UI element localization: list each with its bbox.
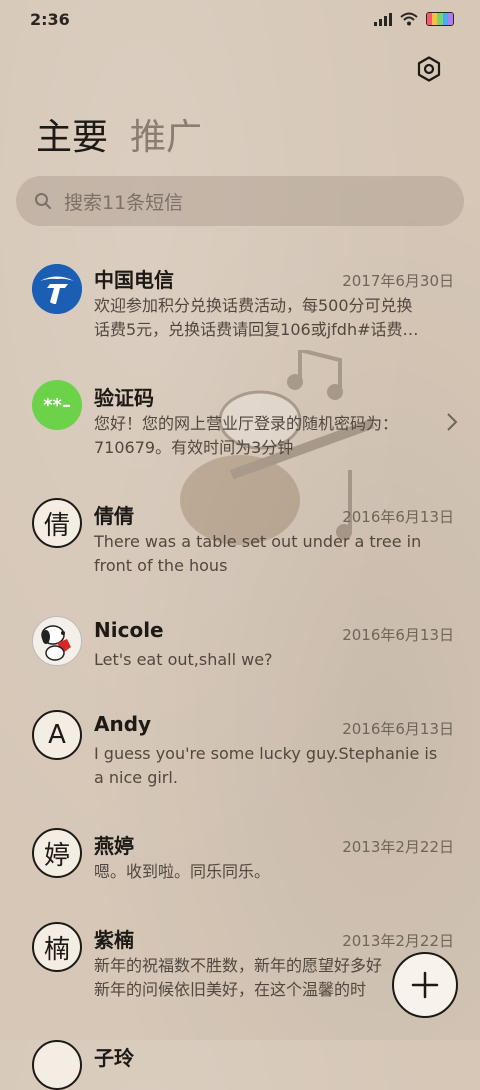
contact-name: 燕婷 [94,834,134,858]
message-preview: 嗯。收到啦。同乐同乐。 [94,862,271,881]
contact-name: 子玲 [94,1046,134,1070]
contact-avatar: 倩 [32,498,82,548]
contact-name: 倩倩 [94,504,134,528]
settings-icon[interactable] [416,56,442,82]
plus-icon [411,971,439,999]
china-telecom-logo-avatar [32,264,82,314]
status-bar: 2:36 [0,0,480,40]
battery-icon [426,12,454,26]
message-date: 2013年2月22日 [342,932,454,950]
new-message-button[interactable] [392,952,458,1018]
message-date: 2016年6月13日 [342,626,454,644]
contact-avatar: A [32,710,82,760]
message-date: 2016年6月13日 [342,508,454,526]
tab-primary[interactable]: 主要 [36,108,108,160]
tab-bar: 主要 推广 [36,108,202,160]
china-telecom-logo-icon [32,264,82,314]
conversation-row[interactable]: A Andy 2016年6月13日 I guess you're some lu… [0,698,480,816]
message-preview: Let's eat out,shall we? [94,650,273,669]
conversation-row[interactable]: 倩 倩倩 2016年6月13日 There was a table set ou… [0,486,480,604]
message-date: 2016年6月13日 [342,720,454,738]
chevron-right-icon[interactable] [446,412,458,432]
search-icon [35,193,51,209]
message-date: 2017年6月30日 [342,272,454,290]
search-input[interactable]: 搜索11条短信 [16,176,464,226]
message-preview: 欢迎参加积分兑换话费活动，每500分可兑换 话费5元，兑换话费请回复106或jf… [94,296,419,339]
contact-avatar: 楠 [32,922,82,972]
contact-avatar [32,1040,82,1090]
message-date: 2013年2月22日 [342,838,454,856]
snoopy-avatar-icon [41,625,71,661]
status-time: 2:36 [30,10,70,29]
conversation-row[interactable]: **– 验证码 您好！您的网上营业厅登录的随机密码为： 710679。有效时间为… [0,368,480,486]
contact-name: Nicole [94,618,164,642]
conversation-row[interactable]: 中国电信 2017年6月30日 欢迎参加积分兑换话费活动，每500分可兑换 话费… [0,250,480,368]
verification-avatar: **– [32,380,82,430]
signal-icon [374,12,392,26]
contact-avatar: 婷 [32,828,82,878]
message-preview: There was a table set out under a tree i… [94,532,422,575]
message-preview: 您好！您的网上营业厅登录的随机密码为： 710679。有效时间为3分钟 [94,414,399,457]
contact-name: Andy [94,712,152,736]
search-placeholder: 搜索11条短信 [64,191,184,214]
snoopy-photo-avatar [32,616,82,666]
status-icons [374,12,454,26]
wifi-icon [400,12,418,26]
conversation-row[interactable]: Nicole 2016年6月13日 Let's eat out,shall we… [0,604,480,698]
contact-name: 验证码 [94,386,154,410]
contact-name: 紫楠 [94,928,134,952]
conversation-row[interactable]: 子玲 [0,1028,480,1090]
tab-promotions[interactable]: 推广 [130,108,202,160]
contact-name: 中国电信 [94,268,174,292]
message-preview: I guess you're some lucky guy.Stephanie … [94,744,438,787]
conversation-row[interactable]: 婷 燕婷 2013年2月22日 嗯。收到啦。同乐同乐。 [0,816,480,910]
